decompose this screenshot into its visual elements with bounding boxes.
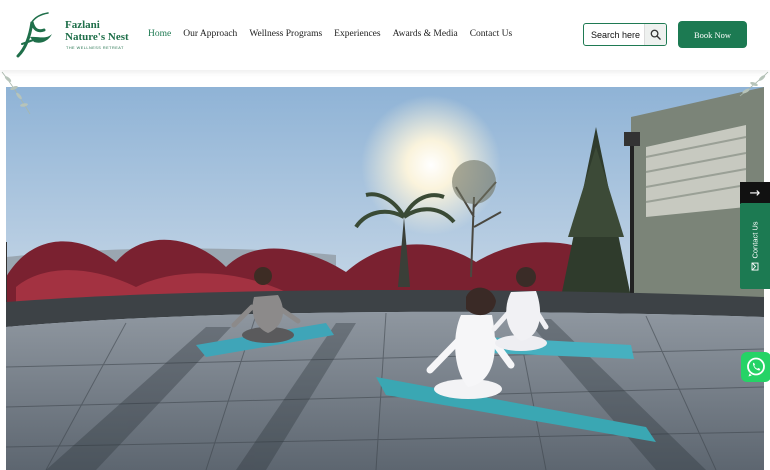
brand-name-line1: Fazlani <box>65 19 100 31</box>
brand-tagline: THE WELLNESS RETREAT <box>66 46 124 50</box>
book-now-button[interactable]: Book Now <box>678 21 747 48</box>
hero-image-yoga-rooftop <box>6 87 764 470</box>
nav-our-approach[interactable]: Our Approach <box>183 29 237 39</box>
leaf-decoration-right <box>739 71 769 97</box>
search-button[interactable] <box>644 24 666 45</box>
search-box <box>583 23 667 46</box>
hummingbird-logo-icon <box>16 12 52 58</box>
site-header: Fazlani Nature's Nest THE WELLNESS RETRE… <box>0 0 770 70</box>
search-icon <box>650 29 661 40</box>
contact-us-side-tab[interactable]: Contact Us <box>740 203 770 289</box>
nav-experiences[interactable]: Experiences <box>334 29 380 39</box>
contact-us-tab-label: Contact Us <box>750 221 760 259</box>
brand-name-line2: Nature's Nest <box>65 31 129 43</box>
nav-home[interactable]: Home <box>148 29 171 39</box>
nav-awards-media[interactable]: Awards & Media <box>393 29 458 39</box>
arrow-right-icon: → <box>749 185 761 201</box>
nav-wellness-programs[interactable]: Wellness Programs <box>249 29 322 39</box>
nav-contact-us[interactable]: Contact Us <box>470 29 512 39</box>
envelope-icon <box>751 262 759 271</box>
leaf-decoration-left <box>1 71 31 115</box>
whatsapp-button[interactable] <box>741 352 770 382</box>
main-nav: Home Our Approach Wellness Programs Expe… <box>148 29 524 39</box>
brand-logo[interactable]: Fazlani Nature's Nest THE WELLNESS RETRE… <box>12 10 130 62</box>
search-input[interactable] <box>584 24 644 45</box>
whatsapp-icon <box>747 357 765 377</box>
slider-next-button[interactable]: → <box>740 182 770 204</box>
